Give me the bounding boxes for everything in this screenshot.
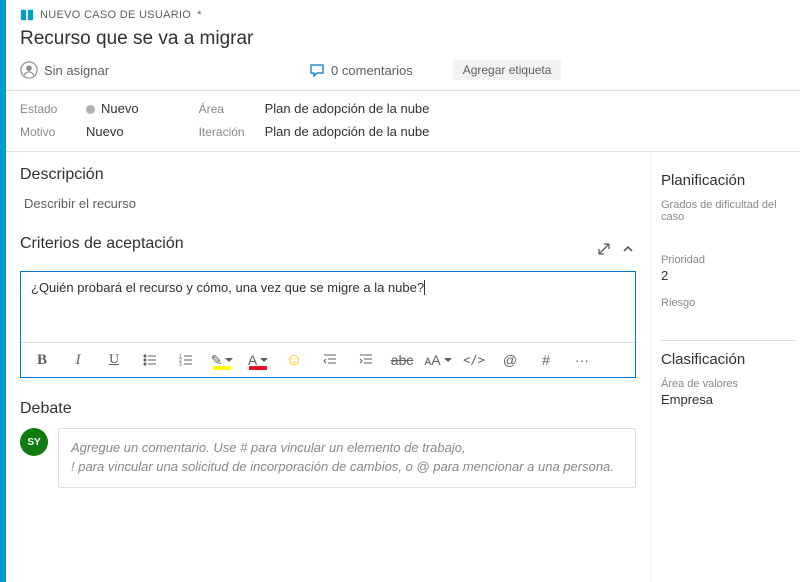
state-label: Estado (20, 102, 68, 116)
dirty-indicator: * (197, 9, 202, 21)
classification-title: Clasificación (661, 351, 796, 368)
description-field[interactable]: Describir el recurso (20, 194, 636, 213)
user-avatar: SY (20, 428, 48, 456)
indent-button[interactable] (355, 349, 377, 371)
work-item-type-label: NUEVO CASO DE USUARIO (40, 9, 191, 21)
more-button[interactable]: ··· (571, 349, 593, 371)
acceptance-editor[interactable]: ¿Quién probará el recurso y cómo, una ve… (20, 271, 636, 378)
user-story-icon (20, 8, 34, 22)
right-sidebar: Planificación Grados de dificultad del c… (650, 152, 800, 582)
area-label: Área (199, 102, 247, 116)
person-icon (20, 61, 38, 79)
comments-count: 0 comentarios (331, 63, 413, 78)
comment-placeholder-line2: ! para vincular una solicitud de incorpo… (71, 459, 614, 474)
add-tag-button[interactable]: Agregar etiqueta (453, 60, 562, 80)
state-dot-icon (86, 105, 95, 114)
description-section: Descripción Describir el recurso (20, 166, 636, 213)
mention-button[interactable]: @ (499, 349, 521, 371)
priority-label: Prioridad (661, 254, 796, 266)
body: Descripción Describir el recurso Criteri… (6, 152, 800, 582)
comment-placeholder-line1: Agregue un comentario. Use # para vincul… (71, 440, 466, 455)
emoji-button[interactable]: ☺ (283, 349, 305, 371)
area-value[interactable]: Plan de adopción de la nube (265, 101, 430, 116)
svg-text:3: 3 (179, 362, 182, 368)
comments-link[interactable]: 0 comentarios (309, 62, 413, 78)
sidebar-divider (661, 340, 796, 341)
reason-value[interactable]: Nuevo (86, 124, 124, 139)
comment-input[interactable]: Agregue un comentario. Use # para vincul… (58, 428, 636, 488)
code-button[interactable]: </> (463, 349, 485, 371)
collapse-chevron-icon[interactable] (620, 241, 636, 257)
debate-title: Debate (20, 400, 636, 418)
font-size-button[interactable]: ᴀA (427, 349, 449, 371)
iteration-label: Iteración (199, 125, 247, 139)
assignee-label: Sin asignar (44, 63, 109, 78)
header: NUEVO CASO DE USUARIO * Recurso que se v… (6, 0, 800, 91)
outdent-button[interactable] (319, 349, 341, 371)
numbered-list-button[interactable]: 123 (175, 349, 197, 371)
work-item-form: NUEVO CASO DE USUARIO * Recurso que se v… (6, 0, 800, 582)
reason-label: Motivo (20, 125, 68, 139)
italic-button[interactable]: I (67, 349, 89, 371)
acceptance-title: Criterios de aceptación (20, 235, 184, 253)
bold-button[interactable]: B (31, 349, 53, 371)
underline-button[interactable]: U (103, 349, 125, 371)
rich-text-toolbar: B I U 123 ✎ A ☺ abc ᴀA </> @ (21, 342, 635, 377)
strikethrough-button[interactable]: abc (391, 349, 413, 371)
field-strip: Estado Nuevo Motivo Nuevo Área Plan de a… (6, 91, 800, 152)
comment-icon (309, 62, 325, 78)
hashtag-button[interactable]: # (535, 349, 557, 371)
state-value[interactable]: Nuevo (86, 101, 139, 116)
assignee-picker[interactable]: Sin asignar (20, 61, 109, 79)
font-color-button[interactable]: A (247, 349, 269, 371)
iteration-value[interactable]: Plan de adopción de la nube (265, 124, 430, 139)
work-item-type-row: NUEVO CASO DE USUARIO * (20, 8, 786, 22)
highlight-button[interactable]: ✎ (211, 349, 233, 371)
value-area-label: Área de valores (661, 378, 796, 390)
acceptance-content[interactable]: ¿Quién probará el recurso y cómo, una ve… (21, 272, 635, 342)
priority-value[interactable]: 2 (661, 268, 796, 283)
risk-label: Riesgo (661, 297, 796, 309)
planning-title: Planificación (661, 172, 796, 189)
story-points-label: Grados de dificultad del caso (661, 199, 796, 223)
work-item-title[interactable]: Recurso que se va a migrar (20, 28, 786, 50)
description-title: Descripción (20, 166, 636, 184)
risk-value[interactable] (661, 311, 796, 326)
debate-section: Debate SY Agregue un comentario. Use # p… (20, 400, 636, 488)
acceptance-section: Criterios de aceptación ¿Quién probará e… (20, 235, 636, 378)
value-area-value[interactable]: Empresa (661, 392, 796, 407)
bulleted-list-button[interactable] (139, 349, 161, 371)
meta-row: Sin asignar 0 comentarios Agregar etique… (20, 60, 786, 80)
story-points-value[interactable] (661, 225, 796, 240)
expand-icon[interactable] (596, 241, 612, 257)
left-column: Descripción Describir el recurso Criteri… (6, 152, 650, 582)
